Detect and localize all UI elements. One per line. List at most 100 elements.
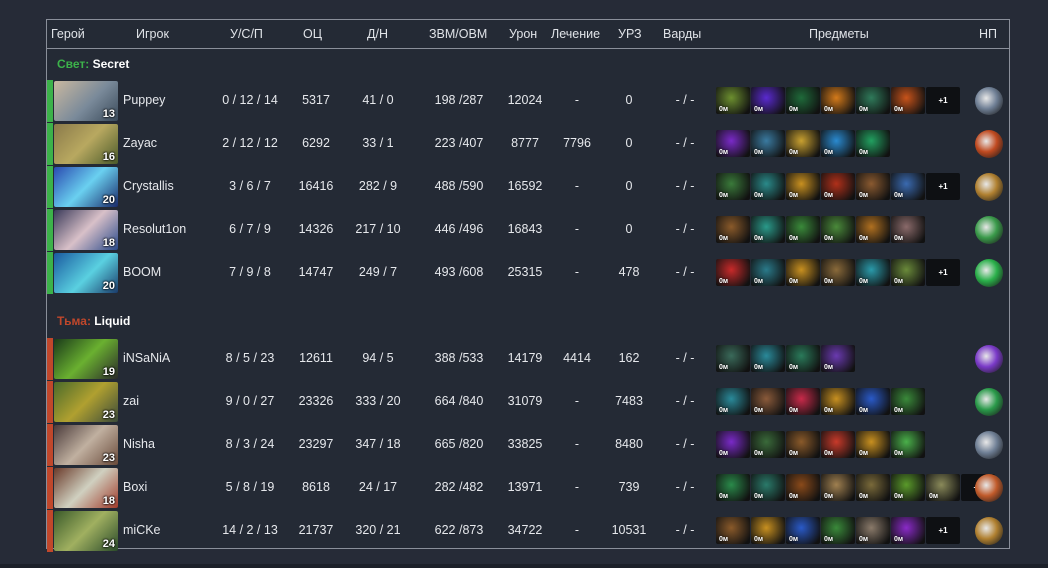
item-slot-icon[interactable]: 0м [786, 173, 820, 200]
item-slot-icon[interactable]: 0м [856, 87, 890, 114]
item-slot-icon[interactable]: 0м [786, 87, 820, 114]
hero-portrait-tusk[interactable]: 13 [54, 81, 118, 121]
item-slot-icon[interactable]: 0м [926, 474, 960, 501]
item-slot-icon[interactable]: 0м [751, 474, 785, 501]
player-name[interactable]: BOOM [123, 265, 161, 279]
table-row[interactable]: 23 zai 9 / 0 / 27 23326 333 / 20 664 /840 3107… [47, 381, 1009, 423]
item-slot-icon[interactable]: 0м [751, 130, 785, 157]
header-player[interactable]: Игрок [136, 27, 169, 41]
hero-portrait-treant[interactable]: 16 [54, 124, 118, 164]
item-slot-icon[interactable]: 0м [856, 517, 890, 544]
player-name[interactable]: zai [123, 394, 139, 408]
neutral-item-icon[interactable] [975, 259, 1003, 287]
item-slot-icon[interactable]: 0м [751, 388, 785, 415]
extra-items-count[interactable]: +1 [926, 517, 960, 544]
item-slot-icon[interactable]: 0м [751, 216, 785, 243]
item-slot-icon[interactable]: 0м [751, 173, 785, 200]
item-slot-icon[interactable]: 0м [786, 345, 820, 372]
item-slot-icon[interactable]: 0м [856, 388, 890, 415]
extra-items-count[interactable]: +1 [926, 259, 960, 286]
item-slot-icon[interactable]: 0м [786, 130, 820, 157]
table-row[interactable]: 18 Resolut1on 6 / 7 / 9 14326 217 / 10 446 /4… [47, 209, 1009, 251]
item-slot-icon[interactable]: 0м [821, 517, 855, 544]
header-items[interactable]: Предметы [809, 27, 869, 41]
neutral-item-icon[interactable] [975, 431, 1003, 459]
item-slot-icon[interactable]: 0м [891, 173, 925, 200]
header-kda[interactable]: У/С/П [230, 27, 263, 41]
table-row[interactable]: 16 Zayac 2 / 12 / 12 6292 33 / 1 223 /407 8777… [47, 123, 1009, 165]
extra-items-count[interactable]: +1 [926, 87, 960, 114]
item-slot-icon[interactable]: 0м [821, 474, 855, 501]
neutral-item-icon[interactable] [975, 87, 1003, 115]
player-name[interactable]: Boxi [123, 480, 147, 494]
neutral-item-icon[interactable] [975, 474, 1003, 502]
table-row[interactable]: 13 Puppey 0 / 12 / 14 5317 41 / 0 198 /287 120… [47, 80, 1009, 122]
item-slot-icon[interactable]: 0м [716, 130, 750, 157]
player-name[interactable]: Crystallis [123, 179, 174, 193]
hero-portrait-morph[interactable]: 20 [54, 253, 118, 293]
item-slot-icon[interactable]: 0м [856, 216, 890, 243]
item-slot-icon[interactable]: 0м [856, 130, 890, 157]
item-slot-icon[interactable]: 0м [716, 87, 750, 114]
header-wards[interactable]: Варды [663, 27, 701, 41]
hero-portrait-sniper[interactable]: 23 [54, 425, 118, 465]
item-slot-icon[interactable]: 0м [891, 87, 925, 114]
item-slot-icon[interactable]: 0м [891, 431, 925, 458]
neutral-item-icon[interactable] [975, 216, 1003, 244]
item-slot-icon[interactable]: 0м [751, 87, 785, 114]
item-slot-icon[interactable]: 0м [786, 474, 820, 501]
hero-portrait-razor[interactable]: 20 [54, 167, 118, 207]
item-slot-icon[interactable]: 0м [716, 345, 750, 372]
item-slot-icon[interactable]: 0м [716, 517, 750, 544]
table-row[interactable]: 23 Nisha 8 / 3 / 24 23297 347 / 18 665 /820 33… [47, 424, 1009, 466]
hero-portrait-tidehunter[interactable]: 24 [54, 511, 118, 551]
item-slot-icon[interactable]: 0м [891, 517, 925, 544]
hero-portrait-chaos[interactable]: 18 [54, 468, 118, 508]
header-networth[interactable]: ОЦ [303, 27, 322, 41]
item-slot-icon[interactable]: 0м [821, 173, 855, 200]
item-slot-icon[interactable]: 0м [856, 431, 890, 458]
header-neutral[interactable]: НП [979, 27, 997, 41]
item-slot-icon[interactable]: 0м [821, 87, 855, 114]
item-slot-icon[interactable]: 0м [751, 431, 785, 458]
item-slot-icon[interactable]: 0м [856, 474, 890, 501]
player-name[interactable]: Puppey [123, 93, 165, 107]
neutral-item-icon[interactable] [975, 130, 1003, 158]
header-healing[interactable]: Лечение [551, 27, 600, 41]
table-row[interactable]: 19 iNSaNiA 8 / 5 / 23 12611 94 / 5 388 /533 14… [47, 338, 1009, 380]
item-slot-icon[interactable]: 0м [716, 431, 750, 458]
header-gpm-xpm[interactable]: ЗВМ/ОВМ [429, 27, 487, 41]
item-slot-icon[interactable]: 0м [751, 345, 785, 372]
player-name[interactable]: Nisha [123, 437, 155, 451]
item-slot-icon[interactable]: 0м [786, 431, 820, 458]
header-tower-damage[interactable]: УРЗ [618, 27, 642, 41]
table-row[interactable]: 20 BOOM 7 / 9 / 8 14747 249 / 7 493 /608 25315… [47, 252, 1009, 294]
item-slot-icon[interactable]: 0м [716, 259, 750, 286]
item-slot-icon[interactable]: 0м [821, 259, 855, 286]
item-slot-icon[interactable]: 0м [821, 345, 855, 372]
hero-portrait-tinker[interactable]: 23 [54, 382, 118, 422]
hero-portrait-templar[interactable]: 18 [54, 210, 118, 250]
player-name[interactable]: miCKe [123, 523, 161, 537]
item-slot-icon[interactable]: 0м [891, 259, 925, 286]
neutral-item-icon[interactable] [975, 517, 1003, 545]
player-name[interactable]: Zayac [123, 136, 157, 150]
table-row[interactable]: 18 Boxi 5 / 8 / 19 8618 24 / 17 282 /482 13971… [47, 467, 1009, 509]
neutral-item-icon[interactable] [975, 388, 1003, 416]
item-slot-icon[interactable]: 0м [751, 259, 785, 286]
item-slot-icon[interactable]: 0м [891, 388, 925, 415]
item-slot-icon[interactable]: 0м [786, 216, 820, 243]
item-slot-icon[interactable]: 0м [891, 474, 925, 501]
item-slot-icon[interactable]: 0м [856, 173, 890, 200]
item-slot-icon[interactable]: 0м [821, 388, 855, 415]
hero-portrait-rubick[interactable]: 19 [54, 339, 118, 379]
item-slot-icon[interactable]: 0м [786, 259, 820, 286]
item-slot-icon[interactable]: 0м [856, 259, 890, 286]
item-slot-icon[interactable]: 0м [821, 216, 855, 243]
table-row[interactable]: 24 miCKe 14 / 2 / 13 21737 320 / 21 622 /873 3… [47, 510, 1009, 552]
table-row[interactable]: 20 Crystallis 3 / 6 / 7 16416 282 / 9 488 /59… [47, 166, 1009, 208]
header-lhdn[interactable]: Д/Н [367, 27, 388, 41]
item-slot-icon[interactable]: 0м [786, 388, 820, 415]
neutral-item-icon[interactable] [975, 345, 1003, 373]
extra-items-count[interactable]: +1 [926, 173, 960, 200]
